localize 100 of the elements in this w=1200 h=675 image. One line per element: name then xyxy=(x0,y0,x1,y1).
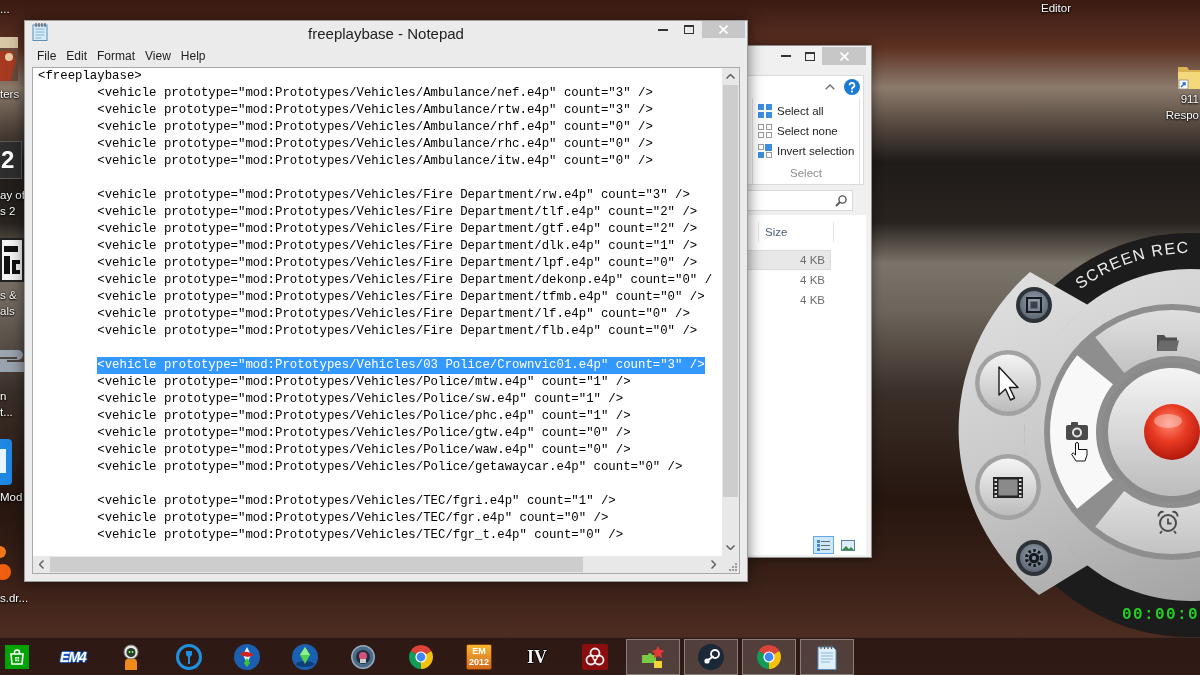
region-button[interactable] xyxy=(1016,287,1052,323)
taskbar-button[interactable]: IV xyxy=(510,638,564,675)
menu-item[interactable]: Edit xyxy=(61,46,93,67)
size-grip-icon[interactable] xyxy=(729,563,737,571)
taskbar-button[interactable] xyxy=(626,638,680,675)
code-line: <vehicle prototype="mod:Prototypes/Vehicles/Fire Department/flb.e4p" count="0" /> xyxy=(97,323,698,340)
settings-button[interactable] xyxy=(1016,540,1052,576)
code-line: <vehicle prototype="mod:Prototypes/Vehicles/Police/gtw.e4p" count="0" /> xyxy=(97,425,631,442)
picture-icon xyxy=(840,539,855,551)
notepad-icon xyxy=(31,23,49,41)
code-line: <vehicle prototype="mod:Prototypes/Vehicles/Fire Department/lf.e4p" count="0" /> xyxy=(97,306,690,323)
film-strip-icon xyxy=(993,477,1023,498)
window-title: freeplaybase - Notepad xyxy=(308,24,464,44)
code-line: <vehicle prototype="mod:Prototypes/Vehicles/Fire Department/dlk.e4p" count="1" /> xyxy=(97,238,698,255)
code-line: <vehicle prototype="mod:Prototypes/Vehicles/Ambulance/nef.e4p" count="3" /> xyxy=(97,85,653,102)
horizontal-scrollbar[interactable] xyxy=(33,556,722,573)
select-all-button[interactable]: Select all xyxy=(758,102,824,120)
code-line: <vehicle prototype="mod:Prototypes/Vehicles/Fire Department/dekonp.e4p" count="0" / xyxy=(97,272,713,289)
chevron-up-icon[interactable] xyxy=(825,84,835,90)
code-line: <vehicle prototype="mod:Prototypes/Vehicles/Police/getawaycar.e4p" count="0" /> xyxy=(97,459,683,476)
piston-logo-icon xyxy=(698,643,724,670)
taskbar-button[interactable] xyxy=(742,638,796,675)
code-line: <vehicle prototype="mod:Prototypes/Vehicles/Ambulance/itw.e4p" count="0" /> xyxy=(97,153,653,170)
file-row[interactable]: 4 KB xyxy=(748,290,831,310)
code-line: <vehicle prototype="mod:Prototypes/Vehicles/Fire Department/gtf.e4p" count="2" /> xyxy=(97,221,698,238)
game-art-icon[interactable] xyxy=(0,37,18,81)
taskbar-button[interactable] xyxy=(800,638,854,675)
scrollbar-thumb[interactable] xyxy=(50,557,583,572)
icon-label[interactable]: Mod xyxy=(0,488,23,505)
app-logo: EM 2012 xyxy=(466,643,492,670)
column-header[interactable]: Size xyxy=(758,222,834,242)
film-button[interactable] xyxy=(975,454,1041,520)
notepad-icon xyxy=(815,643,839,670)
app-logo: IV xyxy=(526,646,548,667)
store-icon xyxy=(5,644,29,669)
settings-icon xyxy=(1024,548,1044,568)
invert-selection-button[interactable]: Invert selection xyxy=(758,142,855,160)
bird-plumbob-icon xyxy=(234,643,260,670)
folder-button[interactable] xyxy=(1095,310,1200,373)
minimize-icon xyxy=(658,28,668,31)
maximize-icon xyxy=(684,25,694,34)
taskbar-button[interactable] xyxy=(684,638,738,675)
code-line: <vehicle prototype="mod:Prototypes/Vehicles/TEC/fgr_t.e4p" count="0" /> xyxy=(97,527,624,544)
menu-item[interactable]: View xyxy=(140,46,176,67)
dots-logo-icon[interactable] xyxy=(0,545,12,580)
code-line: <vehicle prototype="mod:Prototypes/Vehicles/Fire Department/rw.e4p" count="3" /> xyxy=(97,187,690,204)
code-line: <vehicle prototype="mod:Prototypes/Vehicles/TEC/fgr.e4p" count="0" /> xyxy=(97,510,609,527)
record-button[interactable] xyxy=(1144,404,1200,460)
app-tile-icon[interactable] xyxy=(0,438,12,485)
astronaut-icon xyxy=(121,643,141,670)
code-line: <vehicle prototype="mod:Prototypes/Vehicles/Police/phc.e4p" count="1" /> xyxy=(97,408,631,425)
cursor-button[interactable] xyxy=(975,350,1041,416)
icon-label[interactable]: s.dr... xyxy=(0,589,29,606)
file-row[interactable]: 4 KB xyxy=(748,250,831,270)
app-logo[interactable]: 2 xyxy=(0,140,22,179)
code-line: <vehicle prototype="mod:Prototypes/Vehicles/Police/waw.e4p" count="0" /> xyxy=(97,442,631,459)
icon-label[interactable]: 911 Respo xyxy=(1165,91,1199,123)
icon-label[interactable]: s & als xyxy=(0,287,17,320)
logo-tile-icon[interactable] xyxy=(0,238,24,283)
app-logo: EM4 xyxy=(59,648,88,665)
menu-item[interactable]: Format xyxy=(92,46,141,67)
icon-label[interactable]: Editor xyxy=(1041,0,1072,16)
icon-label[interactable]: ... xyxy=(0,1,10,18)
icon-label[interactable]: ters xyxy=(0,86,20,102)
code-line: <vehicle prototype="mod:Prototypes/Vehicles/Police/mtw.e4p" count="1" /> xyxy=(97,374,631,391)
icon-label[interactable]: n t... xyxy=(0,388,13,421)
file-row[interactable]: 4 KB xyxy=(748,270,831,290)
select-none-button[interactable]: Select none xyxy=(758,122,838,140)
logo-icon[interactable] xyxy=(0,350,24,373)
camera-button[interactable] xyxy=(1050,355,1113,509)
chevron-left-icon[interactable] xyxy=(39,560,44,569)
chevron-down-icon[interactable] xyxy=(726,545,735,550)
menu-item[interactable]: Help xyxy=(175,46,211,67)
code-line: <vehicle prototype="mod:Prototypes/Vehicles/Fire Department/tfmb.e4p" count="0" /> xyxy=(97,289,705,306)
plumbob-icon xyxy=(292,643,318,670)
chevron-right-icon[interactable] xyxy=(711,560,716,569)
code-line: <vehicle prototype="mod:Prototypes/Vehicles/Police/sw.e4p" count="1" /> xyxy=(97,391,624,408)
browser-logo-icon xyxy=(408,643,434,670)
chevron-up-icon[interactable] xyxy=(726,74,735,79)
vertical-scrollbar[interactable] xyxy=(722,68,739,556)
camera-icon xyxy=(1066,422,1088,440)
details-view-button[interactable] xyxy=(813,536,834,554)
code-line: <vehicle prototype="mod:Prototypes/Vehicles/Ambulance/rtw.e4p" count="3" /> xyxy=(97,102,653,119)
code-line: <freeplaybase> xyxy=(38,68,142,85)
close-icon xyxy=(719,25,728,34)
code-line: <vehicle prototype="mod:Prototypes/Vehicles/Fire Department/lpf.e4p" count="0" /> xyxy=(97,255,698,272)
alarm-clock-icon xyxy=(1157,510,1179,535)
menu-item[interactable]: File xyxy=(32,46,62,67)
code-line: <vehicle prototype="mod:Prototypes/Vehicles/TEC/fgri.e4p" count="1" /> xyxy=(97,493,616,510)
code-line: <vehicle prototype="mod:Prototypes/Vehicles/Ambulance/rhc.e4p" count="0" /> xyxy=(97,136,653,153)
help-icon[interactable] xyxy=(844,79,860,95)
minimize-icon xyxy=(781,55,791,57)
search-field[interactable] xyxy=(748,190,853,211)
taskbar-button[interactable]: EM4 xyxy=(46,638,100,675)
scrollbar-thumb[interactable] xyxy=(723,85,738,497)
four-squares-icon xyxy=(758,104,772,118)
list-lines-icon xyxy=(817,539,830,551)
ring-figure-icon xyxy=(176,643,202,670)
code-line: <vehicle prototype="mod:Prototypes/Vehicles/Fire Department/tlf.e4p" count="2" /> xyxy=(97,204,698,221)
browser-logo-icon xyxy=(756,643,782,670)
